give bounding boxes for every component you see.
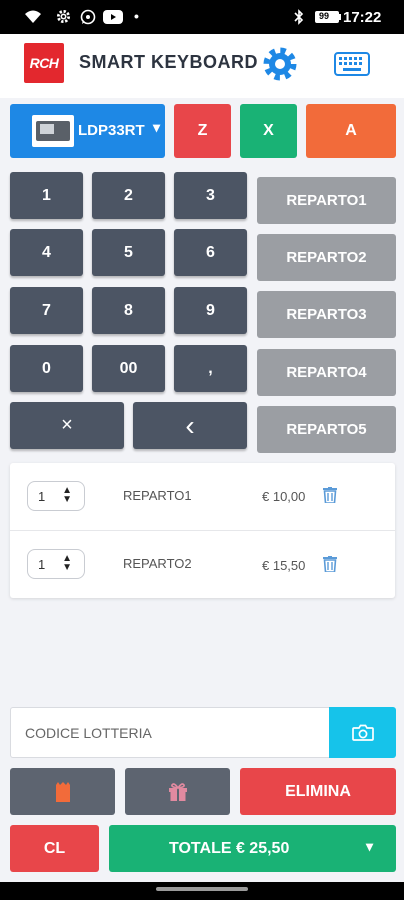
gift-button[interactable] xyxy=(125,768,230,815)
app-header: RCH SMART KEYBOARD xyxy=(0,34,404,98)
row-divider xyxy=(10,530,395,531)
key-2[interactable]: 2 xyxy=(92,172,165,219)
department-button-5[interactable]: REPARTO5 xyxy=(257,406,396,453)
key-3[interactable]: 3 xyxy=(174,172,247,219)
scan-camera-button[interactable] xyxy=(329,707,396,758)
status-time: 17:22 xyxy=(343,9,382,26)
rch-logo: RCH xyxy=(24,43,64,83)
app-title: SMART KEYBOARD xyxy=(79,52,259,72)
key-7[interactable]: 7 xyxy=(10,287,83,334)
department-button-3[interactable]: REPARTO3 xyxy=(257,291,396,338)
camera-icon xyxy=(351,724,374,741)
quantity-value: 1 xyxy=(38,489,46,504)
item-price: € 10,00 xyxy=(262,489,306,504)
department-button-2[interactable]: REPARTO2 xyxy=(257,234,396,281)
device-selector[interactable]: LDP33RT ▾ xyxy=(10,104,165,158)
battery-level: 99 xyxy=(319,11,330,21)
youtube-icon xyxy=(103,10,123,24)
key-4[interactable]: 4 xyxy=(10,229,83,276)
total-label: TOTALE € 25,50 xyxy=(169,840,290,857)
key-0[interactable]: 0 xyxy=(10,345,83,392)
key-8[interactable]: 8 xyxy=(92,287,165,334)
backspace-key[interactable]: ‹ xyxy=(133,402,247,449)
bluetooth-icon xyxy=(294,9,304,25)
key-comma[interactable]: , xyxy=(174,345,247,392)
key-1[interactable]: 1 xyxy=(10,172,83,219)
quantity-value: 1 xyxy=(38,557,46,572)
home-indicator[interactable] xyxy=(156,887,248,891)
clear-key[interactable]: × xyxy=(10,402,124,449)
notification-dot: • xyxy=(134,8,139,24)
lottery-field xyxy=(10,707,330,758)
battery-tip xyxy=(339,14,341,20)
items-list: 1 ▲ ▼ REPARTO1 € 10,00 1 ▲ ▼ REPARTO2 € 15… xyxy=(10,463,395,598)
device-dropdown-caret: ▾ xyxy=(153,119,161,135)
system-navigation-bar xyxy=(0,882,404,900)
trash-icon[interactable] xyxy=(323,556,337,572)
trash-icon[interactable] xyxy=(323,487,337,503)
item-name: REPARTO1 xyxy=(123,488,192,503)
rch-logo-text: RCH xyxy=(29,55,59,71)
quantity-arrows-icon: ▲ ▼ xyxy=(62,553,72,573)
cl-button[interactable]: CL xyxy=(10,825,99,872)
mode-x-button[interactable]: X xyxy=(240,104,297,158)
quantity-select[interactable]: 1 ▲ ▼ xyxy=(27,481,85,511)
item-price: € 15,50 xyxy=(262,558,306,573)
elimina-button[interactable]: ELIMINA xyxy=(240,768,396,815)
whatsapp-icon xyxy=(80,9,96,25)
gift-icon xyxy=(168,782,187,801)
item-name: REPARTO2 xyxy=(123,556,192,571)
key-9[interactable]: 9 xyxy=(174,287,247,334)
battery-icon: 99 xyxy=(315,11,339,23)
settings-gear-icon[interactable] xyxy=(262,46,298,82)
device-name: LDP33RT xyxy=(78,122,145,139)
key-00[interactable]: 00 xyxy=(92,345,165,392)
department-button-1[interactable]: REPARTO1 xyxy=(257,177,396,224)
lottery-code-input[interactable] xyxy=(11,708,330,757)
mode-z-button[interactable]: Z xyxy=(174,104,231,158)
printer-icon xyxy=(32,115,74,147)
department-button-4[interactable]: REPARTO4 xyxy=(257,349,396,396)
key-6[interactable]: 6 xyxy=(174,229,247,276)
keyboard-icon[interactable] xyxy=(334,52,370,76)
mode-a-button[interactable]: A xyxy=(306,104,396,158)
quantity-select[interactable]: 1 ▲ ▼ xyxy=(27,549,85,579)
receipt-icon xyxy=(55,781,70,802)
receipt-button[interactable] xyxy=(10,768,115,815)
total-button[interactable]: TOTALE € 25,50 ▾ xyxy=(109,825,396,872)
wifi-icon xyxy=(25,10,41,23)
status-bar: • 99 17:22 xyxy=(0,0,404,34)
quantity-arrows-icon: ▲ ▼ xyxy=(62,485,72,505)
total-dropdown-caret[interactable]: ▾ xyxy=(366,838,373,855)
key-5[interactable]: 5 xyxy=(92,229,165,276)
gear-small-icon xyxy=(56,9,71,24)
